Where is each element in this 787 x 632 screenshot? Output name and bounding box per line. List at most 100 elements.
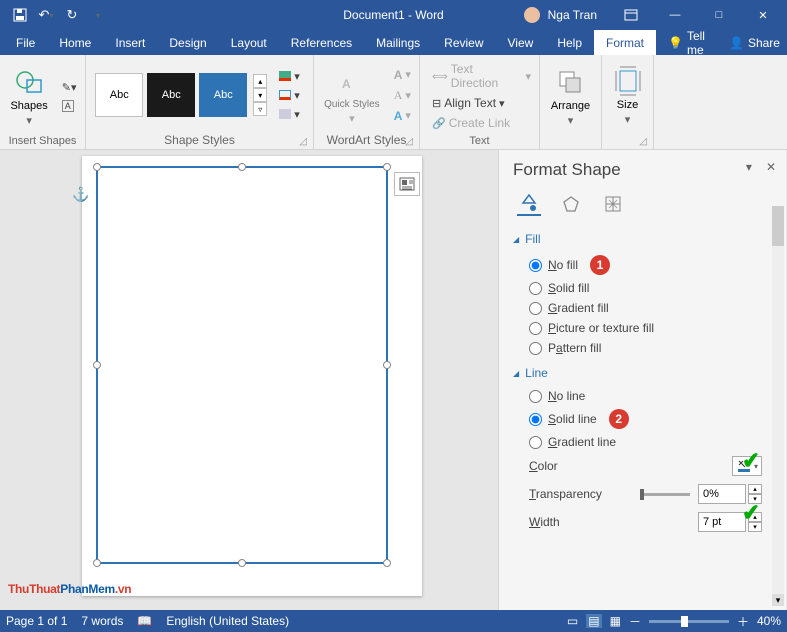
resize-handle-e[interactable] [383, 361, 391, 369]
radio-solid-fill[interactable]: Solid fill [513, 278, 762, 298]
resize-handle-n[interactable] [238, 163, 246, 171]
status-lang[interactable]: English (United States) [166, 614, 289, 628]
ribbon-display-button[interactable] [611, 0, 651, 30]
transparency-slider[interactable] [640, 493, 690, 496]
radio-pattern-fill[interactable]: Pattern fill [513, 338, 762, 358]
arrange-menu[interactable]: Arrange▾ [545, 62, 596, 131]
pane-tab-layout[interactable] [601, 192, 625, 216]
radio-gradient-fill[interactable]: Gradient fill [513, 298, 762, 318]
tab-design[interactable]: Design [157, 30, 218, 55]
tab-layout[interactable]: Layout [219, 30, 279, 55]
text-box-button[interactable]: A [58, 98, 81, 114]
user-name[interactable]: Nga Tran [548, 8, 597, 22]
group-size: Size◿ [606, 133, 649, 149]
share-button[interactable]: 👤Share [717, 30, 787, 55]
callout-2: 2 [609, 409, 629, 429]
width-label: Width [529, 515, 560, 529]
section-line[interactable]: Line [513, 366, 762, 380]
group-shape-styles: Shape Styles◿ [90, 133, 309, 149]
tell-me[interactable]: 💡Tell me [656, 30, 717, 55]
view-print-layout[interactable]: ▤ [586, 614, 601, 628]
shape-styles-launcher[interactable]: ◿ [299, 136, 307, 147]
view-web-layout[interactable]: ▦ [610, 614, 621, 628]
pane-scrollbar[interactable]: ▴▾ [772, 206, 784, 606]
tab-insert[interactable]: Insert [103, 30, 157, 55]
shape-fill-button[interactable]: ▾ [275, 68, 304, 85]
radio-picture-fill[interactable]: Picture or texture fill [513, 318, 762, 338]
status-words[interactable]: 7 words [81, 614, 123, 628]
text-effects-button: A▾ [390, 107, 415, 125]
watermark: ThuThuatPhanMem.vn [8, 576, 131, 599]
check-overlay-width: ✔ [740, 499, 761, 527]
format-shape-pane: Format Shape ▾ ✕ ▴▾ Fill No fill1 Solid … [498, 150, 786, 610]
radio-gradient-line[interactable]: Gradient line [513, 432, 762, 452]
group-wordart: WordArt Styles◿ [318, 133, 415, 149]
titlebar: ↶▾ ↻ ▾ Document1 - Word Nga Tran ― □ ✕ [0, 0, 787, 30]
pane-tab-fill-line[interactable] [517, 192, 541, 216]
status-page[interactable]: Page 1 of 1 [6, 614, 67, 628]
resize-handle-se[interactable] [383, 559, 391, 567]
close-button[interactable]: ✕ [743, 0, 783, 30]
style-gallery-nav[interactable]: ▴▾▿ [253, 74, 267, 116]
status-proofing[interactable]: 📖 [137, 614, 152, 628]
resize-handle-nw[interactable] [93, 163, 101, 171]
tab-format[interactable]: Format [594, 30, 656, 55]
shapes-menu[interactable]: Shapes▾ [4, 62, 53, 131]
resize-handle-s[interactable] [238, 559, 246, 567]
shape-style-2[interactable]: Abc [147, 73, 195, 117]
shape-style-3[interactable]: Abc [199, 73, 247, 117]
resize-handle-ne[interactable] [383, 163, 391, 171]
text-outline-button: A▾ [390, 86, 415, 105]
size-menu[interactable]: Size▾ [606, 61, 649, 130]
document-canvas[interactable]: ⚓ [0, 150, 498, 610]
size-launcher[interactable]: ◿ [639, 136, 647, 147]
pane-tab-effects[interactable] [559, 192, 583, 216]
tab-mailings[interactable]: Mailings [364, 30, 432, 55]
save-button[interactable] [8, 3, 32, 27]
zoom-slider[interactable] [649, 620, 729, 623]
tab-help[interactable]: Help [545, 30, 594, 55]
tab-review[interactable]: Review [432, 30, 495, 55]
tab-view[interactable]: View [496, 30, 546, 55]
view-read-mode[interactable]: ▭ [567, 614, 578, 628]
layout-options-button[interactable] [394, 172, 420, 196]
zoom-value[interactable]: 40% [757, 614, 781, 628]
pane-title: Format Shape [513, 160, 776, 180]
resize-handle-sw[interactable] [93, 559, 101, 567]
group-text: Text [424, 135, 535, 149]
tab-references[interactable]: References [279, 30, 364, 55]
customize-qat[interactable]: ▾ [86, 3, 110, 27]
tab-file[interactable]: File [4, 30, 47, 55]
svg-text:A: A [342, 77, 351, 91]
resize-handle-w[interactable] [93, 361, 101, 369]
shape-outline-button[interactable]: ▾ [275, 87, 304, 104]
quick-styles-button[interactable]: A Quick Styles▾ [318, 62, 386, 129]
workspace: ⚓ Format Shape ▾ ✕ ▴▾ [0, 150, 787, 610]
tab-home[interactable]: Home [47, 30, 103, 55]
align-text-button[interactable]: ⊟ Align Text ▾ [428, 94, 509, 112]
page: ⚓ [82, 156, 422, 596]
redo-button[interactable]: ↻ [60, 3, 84, 27]
minimize-button[interactable]: ― [655, 0, 695, 30]
shape-style-1[interactable]: Abc [95, 73, 143, 117]
group-insert-shapes: Insert Shapes [4, 135, 81, 149]
wordart-launcher[interactable]: ◿ [405, 136, 413, 147]
anchor-icon: ⚓ [72, 186, 89, 203]
radio-solid-line[interactable]: Solid line2 [513, 406, 762, 432]
radio-no-line[interactable]: No line [513, 386, 762, 406]
section-fill[interactable]: Fill [513, 232, 762, 246]
undo-button[interactable]: ↶▾ [34, 3, 58, 27]
maximize-button[interactable]: □ [699, 0, 739, 30]
color-label: Color [529, 459, 558, 473]
edit-shape-button[interactable]: ✎▾ [58, 79, 81, 96]
width-input[interactable] [698, 512, 746, 532]
radio-no-fill[interactable]: No fill1 [513, 252, 762, 278]
quick-access-toolbar: ↶▾ ↻ ▾ [0, 3, 110, 27]
transparency-input[interactable] [698, 484, 746, 504]
transparency-up[interactable]: ▴ [748, 484, 762, 494]
pane-close[interactable]: ✕ [766, 160, 776, 174]
pane-menu[interactable]: ▾ [746, 160, 752, 174]
selected-rectangle-shape[interactable] [96, 166, 388, 564]
shape-effects-button[interactable]: ▾ [275, 106, 304, 123]
user-avatar[interactable] [524, 7, 540, 23]
